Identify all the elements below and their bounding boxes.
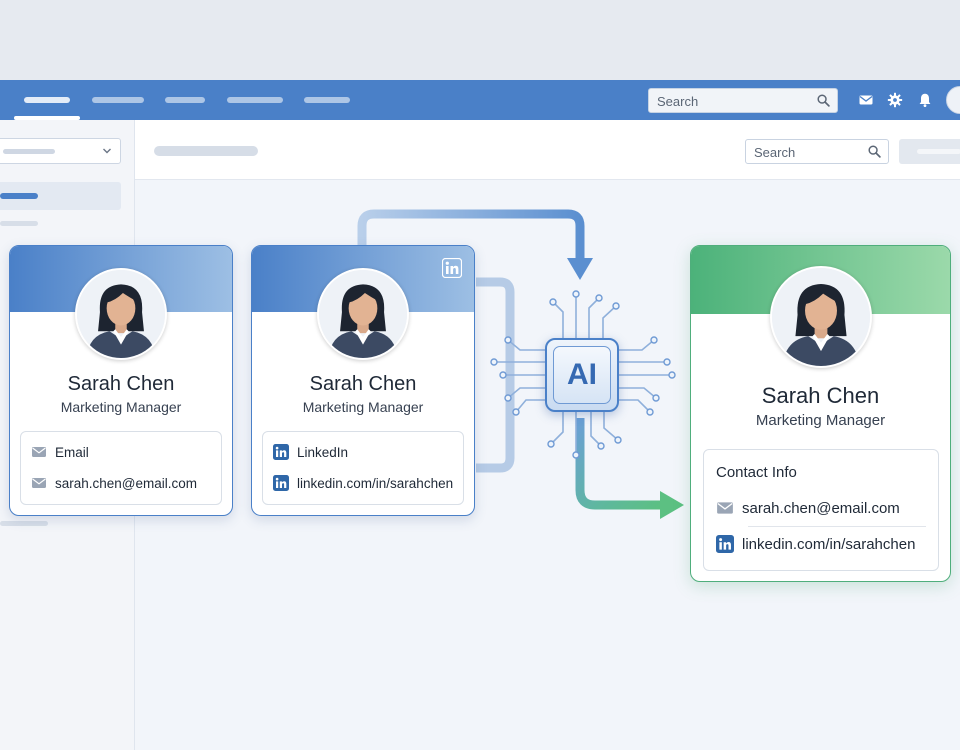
contact-details-box: Email sarah.chen@email.com (20, 431, 222, 505)
profile-avatar (317, 268, 409, 360)
contact-role: Marketing Manager (60, 399, 182, 415)
contact-details-box: LinkedIn linkedin.com/in/sarahchen (262, 431, 464, 505)
contact-name: Sarah Chen (309, 373, 417, 395)
ai-processor-chip: AI (545, 338, 619, 412)
contact-info-title: Contact Info (716, 464, 797, 481)
contact-role: Marketing Manager (755, 412, 886, 429)
gear-icon[interactable] (887, 92, 903, 108)
window-background (0, 0, 960, 80)
ai-chip-label: AI (553, 346, 611, 404)
bell-icon[interactable] (917, 92, 933, 108)
mail-icon (32, 478, 46, 488)
toolbar-action-button-label-placeholder (917, 149, 960, 154)
contact-row-linkedin[interactable]: linkedin.com/in/sarahchen (716, 535, 915, 553)
contact-name: Sarah Chen (761, 383, 880, 408)
profile-avatar (75, 268, 167, 360)
contact-row-text: LinkedIn (297, 444, 349, 460)
contact-row-email-label: Email (31, 444, 89, 460)
linkedin-icon (442, 258, 462, 278)
merged-profile-card[interactable]: Sarah Chen Marketing Manager Contact Inf… (690, 245, 951, 582)
content-search-placeholder: Search (754, 145, 796, 160)
mail-icon[interactable] (858, 92, 874, 108)
dropdown-value-placeholder (3, 149, 55, 154)
contact-row-linkedin-label: LinkedIn (273, 444, 348, 460)
sidebar-item[interactable] (0, 221, 38, 226)
profile-card-email[interactable]: Sarah Chen Marketing Manager Email sarah… (9, 245, 233, 516)
sidebar-dropdown[interactable] (0, 138, 121, 164)
contact-row-text: Email (55, 444, 89, 460)
nav-tab-2[interactable] (92, 97, 144, 103)
sidebar-item-active[interactable] (0, 182, 121, 210)
page-title-placeholder (154, 146, 258, 156)
contact-row-email[interactable]: sarah.chen@email.com (31, 475, 197, 491)
profile-avatar (770, 266, 872, 368)
nav-tab-1[interactable] (24, 97, 70, 103)
contact-row-text: sarah.chen@email.com (55, 475, 198, 491)
linkedin-icon (716, 535, 734, 553)
mail-icon (717, 502, 733, 514)
linkedin-icon (273, 475, 289, 491)
search-icon (868, 145, 881, 158)
contact-name: Sarah Chen (67, 373, 175, 395)
contact-row-text: linkedin.com/in/sarahchen (297, 475, 454, 491)
nav-tab-5[interactable] (304, 97, 350, 103)
nav-tab-3[interactable] (165, 97, 205, 103)
linkedin-icon (273, 444, 289, 460)
profile-card-linkedin[interactable]: Sarah Chen Marketing Manager LinkedIn li… (251, 245, 475, 516)
content-search-input[interactable]: Search (745, 139, 889, 164)
contact-info-box: Contact Info sarah.chen@email.com linked… (703, 449, 939, 571)
mail-icon (32, 447, 46, 457)
sidebar-item-active-bar (0, 193, 38, 199)
contact-role: Marketing Manager (302, 399, 424, 415)
toolbar-action-button[interactable] (899, 139, 960, 164)
row-divider (748, 526, 926, 527)
contact-row-text: linkedin.com/in/sarahchen (742, 535, 916, 553)
sidebar-item[interactable] (0, 521, 48, 526)
contact-row-email[interactable]: sarah.chen@email.com (716, 499, 900, 517)
chevron-down-icon (103, 148, 111, 154)
header-search-placeholder: Search (657, 94, 699, 109)
header-search-input[interactable]: Search (648, 88, 838, 113)
contact-row-text: sarah.chen@email.com (742, 499, 900, 517)
contact-row-linkedin[interactable]: linkedin.com/in/sarahchen (273, 475, 453, 491)
nav-tab-4[interactable] (227, 97, 283, 103)
search-icon (817, 94, 830, 107)
